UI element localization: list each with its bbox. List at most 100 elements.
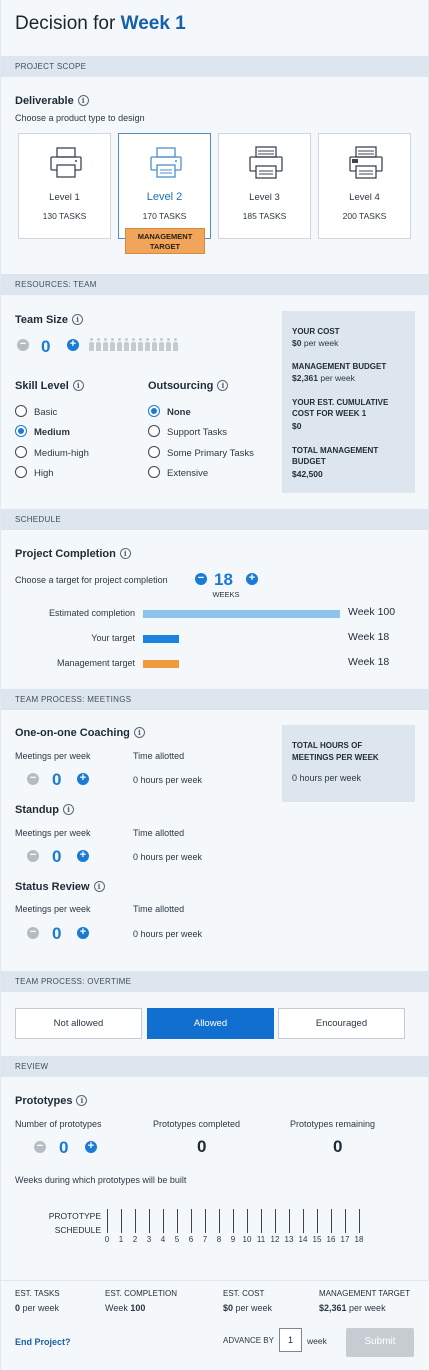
overtime-encouraged-button[interactable]: Encouraged — [278, 1008, 405, 1039]
schedule-tick[interactable] — [219, 1209, 220, 1233]
prototypes-increment-button[interactable]: + — [85, 1141, 97, 1153]
management-target-footer-value: $2,361 — [319, 1303, 347, 1313]
person-icon — [173, 338, 178, 351]
person-icon — [159, 338, 164, 351]
status-review-increment-button[interactable]: + — [77, 927, 89, 939]
advance-weeks-input[interactable]: 1 — [279, 1328, 302, 1352]
schedule-tick-label: 15 — [312, 1235, 322, 1244]
schedule-tick[interactable] — [303, 1209, 304, 1233]
radio-button[interactable] — [15, 446, 27, 458]
overtime-not-allowed-button[interactable]: Not allowed — [15, 1008, 142, 1039]
schedule-tick[interactable] — [331, 1209, 332, 1233]
schedule-tick[interactable] — [163, 1209, 164, 1233]
info-icon[interactable]: i — [72, 314, 83, 325]
your-target-value: Week 18 — [348, 631, 390, 643]
section-header-review: REVIEW — [1, 1056, 429, 1077]
deliverable-card-level-2[interactable]: Level 2 170 TASKS — [118, 133, 211, 239]
schedule-tick[interactable] — [289, 1209, 290, 1233]
est-tasks: 0 per week — [15, 1303, 59, 1313]
schedule-tick[interactable] — [275, 1209, 276, 1233]
coaching-increment-button[interactable]: + — [77, 773, 89, 785]
schedule-tick[interactable] — [233, 1209, 234, 1233]
deliverable-label: Deliverable i — [15, 95, 89, 107]
prototypes-decrement-button[interactable]: − — [34, 1141, 46, 1153]
deliverable-card-level-3[interactable]: Level 3 185 TASKS — [218, 133, 311, 239]
outsourcing-label: Outsourcing i — [148, 380, 229, 392]
card-tasks: 185 TASKS — [242, 211, 287, 221]
schedule-tick[interactable] — [345, 1209, 346, 1233]
schedule-tick[interactable] — [135, 1209, 136, 1233]
radio-button[interactable] — [148, 466, 160, 478]
radio-button[interactable] — [15, 425, 27, 437]
schedule-tick[interactable] — [107, 1209, 108, 1233]
cumulative-cost-value: $0 — [292, 421, 302, 431]
schedule-tick[interactable] — [205, 1209, 206, 1233]
target-increment-button[interactable]: + — [246, 573, 258, 585]
coaching-time-value: 0 hours per week — [133, 775, 203, 785]
skill-radio-basic[interactable]: Basic — [15, 405, 57, 418]
prototypes-label-text: Prototypes — [15, 1095, 73, 1107]
schedule-tick[interactable] — [247, 1209, 248, 1233]
schedule-tick[interactable] — [177, 1209, 178, 1233]
info-icon[interactable]: i — [93, 881, 105, 892]
skill-radio-medium[interactable]: Medium — [15, 425, 70, 438]
person-icon — [138, 338, 143, 351]
prototypes-remaining-label: Prototypes remaining — [290, 1119, 376, 1129]
target-decrement-button[interactable]: − — [195, 573, 207, 585]
your-cost-label: YOUR COST — [292, 327, 340, 336]
info-icon[interactable]: i — [76, 1095, 88, 1106]
coaching-decrement-button[interactable]: − — [27, 773, 39, 785]
outsourcing-radio-some-primary[interactable]: Some Primary Tasks — [148, 446, 254, 459]
overtime-allowed-button[interactable]: Allowed — [147, 1008, 274, 1039]
skill-radio-high[interactable]: High — [15, 466, 54, 479]
person-icon — [89, 338, 94, 351]
standup-increment-button[interactable]: + — [77, 850, 89, 862]
radio-button[interactable] — [148, 405, 160, 417]
schedule-tick[interactable] — [359, 1209, 360, 1233]
management-target-label: Management target — [56, 658, 135, 668]
outsourcing-radio-none[interactable]: None — [148, 405, 191, 418]
total-budget-value: $42,500 — [292, 469, 323, 479]
estimated-completion-value: Week 100 — [348, 606, 396, 618]
decision-panel: Decision for Week 1 PROJECT SCOPE Delive… — [0, 0, 429, 1370]
team-size-increment-button[interactable]: + — [67, 339, 79, 351]
management-budget-value: $2,361 — [292, 373, 318, 383]
radio-button[interactable] — [148, 446, 160, 458]
deliverable-card-level-4[interactable]: Level 4 200 TASKS — [318, 133, 411, 239]
standup-value: 0 — [52, 847, 62, 866]
standup-decrement-button[interactable]: − — [27, 850, 39, 862]
radio-label: Medium — [34, 427, 70, 438]
estimated-completion-bar — [143, 610, 340, 618]
info-icon[interactable]: i — [217, 380, 229, 391]
end-project-link[interactable]: End Project? — [15, 1337, 71, 1347]
radio-button[interactable] — [148, 425, 160, 437]
schedule-tick[interactable] — [191, 1209, 192, 1233]
deliverable-card-level-1[interactable]: Level 1 130 TASKS — [18, 133, 111, 239]
coaching-title: One-on-one Coaching — [15, 727, 130, 739]
prototype-schedule-timeline[interactable]: 0 1 2 3 4 5 6 7 8 9 10 11 12 13 14 15 16 17 18 — [105, 1209, 367, 1249]
schedule-tick-label: 3 — [146, 1235, 152, 1244]
info-icon[interactable]: i — [133, 727, 145, 738]
outsourcing-label-text: Outsourcing — [148, 380, 214, 392]
skill-level-label: Skill Level i — [15, 380, 84, 392]
schedule-tick[interactable] — [121, 1209, 122, 1233]
submit-button[interactable]: Submit — [346, 1328, 414, 1357]
status-review-decrement-button[interactable]: − — [27, 927, 39, 939]
info-icon[interactable]: i — [119, 548, 131, 559]
radio-button[interactable] — [15, 466, 27, 478]
radio-button[interactable] — [15, 405, 27, 417]
info-icon[interactable]: i — [72, 380, 84, 391]
skill-radio-medium-high[interactable]: Medium-high — [15, 446, 89, 459]
target-weeks-unit: WEEKS — [212, 590, 240, 599]
person-icon — [103, 338, 108, 351]
info-icon[interactable]: i — [63, 804, 74, 815]
schedule-tick[interactable] — [149, 1209, 150, 1233]
team-size-decrement-button[interactable]: − — [17, 339, 29, 351]
outsourcing-radio-extensive[interactable]: Extensive — [148, 466, 208, 479]
outsourcing-radio-support[interactable]: Support Tasks — [148, 425, 227, 438]
schedule-tick[interactable] — [261, 1209, 262, 1233]
schedule-tick[interactable] — [317, 1209, 318, 1233]
info-icon[interactable]: i — [77, 95, 89, 106]
meeting-hours-value: 0 hours per week — [292, 773, 362, 783]
page-title: Decision for Week 1 — [15, 13, 186, 35]
